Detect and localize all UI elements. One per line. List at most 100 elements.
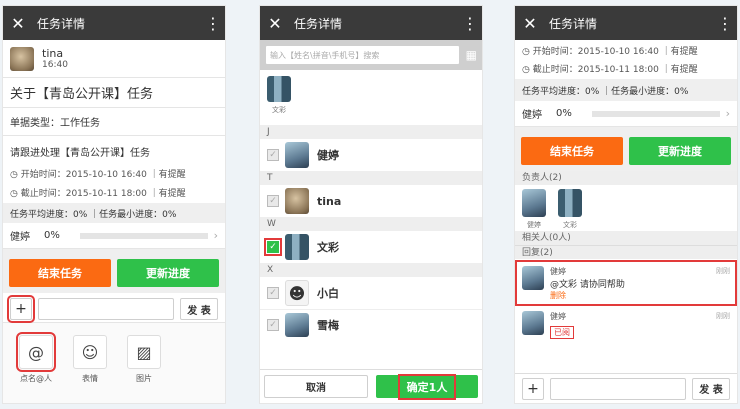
avatar — [522, 311, 544, 335]
request-block: 请跟进处理【青岛公开课】任务 ◷ 开始时间：2015-10-10 16:40 ｜… — [3, 136, 225, 203]
member-name: 健婷 — [522, 110, 542, 121]
member-progress-row[interactable]: 健婷 0% › — [515, 101, 737, 127]
owner-name: 文彩 — [563, 221, 577, 229]
selected-name: 文彩 — [272, 106, 286, 114]
update-progress-button[interactable]: 更新进度 — [629, 137, 731, 165]
close-icon[interactable]: ✕ — [521, 14, 539, 33]
reply-author: 健婷 — [550, 267, 566, 276]
person-icon: ☻ — [285, 280, 309, 306]
compose-bar: + 发 表 — [515, 373, 737, 403]
clock-icon: ◷ — [10, 189, 21, 199]
end-time: 截止时间：2015-10-11 18:00 ｜有提醒 — [20, 189, 186, 199]
comment-input[interactable] — [550, 377, 686, 400]
progress-summary: 任务平均进度：0% ｜任务最小进度：0% — [3, 203, 225, 223]
time-block: ◷ 开始时间：2015-10-10 16:40 ｜有提醒 ◷ 截止时间：2015… — [515, 40, 737, 79]
compose-bar: + 发 表 — [3, 293, 225, 323]
mention-tool[interactable]: @ 点名@人 — [16, 332, 56, 401]
member-progress-row[interactable]: 健婷 0% › — [3, 223, 225, 249]
tool-label: 表情 — [82, 374, 98, 383]
top-bar: ✕ 任务详情 ⋮ — [260, 6, 482, 40]
end-time: 截止时间：2015-10-11 18:00 ｜有提醒 — [532, 65, 698, 75]
action-buttons: 结束任务 更新进度 — [3, 259, 225, 293]
chevron-right-icon: › — [725, 107, 730, 120]
avatar — [285, 234, 309, 260]
clock-icon: ◷ — [522, 65, 533, 75]
send-button[interactable]: 发 表 — [180, 298, 218, 320]
owner-item[interactable]: 健婷 — [522, 189, 546, 229]
contact-name: 文彩 — [317, 241, 339, 254]
page-title: 任务详情 — [549, 16, 598, 31]
progress-bar — [80, 232, 208, 239]
progress-summary: 任务平均进度：0% ｜任务最小进度：0% — [515, 79, 737, 101]
clock-icon: ◷ — [10, 170, 21, 180]
owner-item[interactable]: 文彩 — [558, 189, 582, 229]
reply-header: 回复(2) — [515, 245, 737, 259]
letter-header: X — [260, 263, 482, 277]
end-task-button[interactable]: 结束任务 — [9, 259, 111, 287]
doc-type: 单据类型：工作任务 — [3, 108, 225, 136]
avatar — [522, 266, 544, 290]
contact-row[interactable]: ✓ ☻ 小白 — [260, 277, 482, 309]
author-row: tina 16:40 — [3, 40, 225, 78]
close-icon[interactable]: ✕ — [266, 14, 284, 33]
reply-text: @文彩 请协同帮助 — [550, 280, 625, 290]
read-stamp: 已阅 — [550, 326, 574, 339]
checkbox[interactable]: ✓ — [267, 195, 279, 207]
owner-list: 健婷 文彩 — [515, 185, 737, 231]
more-icon[interactable]: ⋮ — [462, 14, 478, 33]
checkbox[interactable]: ✓ — [267, 318, 279, 331]
end-task-button[interactable]: 结束任务 — [521, 137, 623, 165]
checkbox[interactable]: ✓ — [267, 287, 279, 299]
chevron-right-icon: › — [213, 229, 218, 242]
screen-task-detail: ✕ 任务详情 ⋮ tina 16:40 关于【青岛公开课】任务 单据类型：工作任… — [2, 5, 226, 404]
top-bar: ✕ 任务详情 ⋮ — [515, 6, 737, 40]
more-icon[interactable]: ⋮ — [205, 14, 221, 33]
start-time: 开始时间：2015-10-10 16:40 ｜有提醒 — [20, 170, 186, 180]
contact-row[interactable]: ✓ 健婷 — [260, 139, 482, 171]
owner-header: 负责人(2) — [515, 171, 737, 185]
letter-header: T — [260, 171, 482, 185]
screen-task-detail-replies: ✕ 任务详情 ⋮ ◷ 开始时间：2015-10-10 16:40 ｜有提醒 ◷ … — [514, 5, 738, 404]
checkbox[interactable]: ✓ — [267, 149, 279, 161]
footer-bar: 取消 确定1人 — [260, 369, 482, 403]
contact-row[interactable]: ✓ 文彩 — [260, 231, 482, 263]
page-title: 任务详情 — [37, 16, 86, 31]
screen-select-people: ✕ 任务详情 ⋮ 输入【姓名\拼音\手机号】搜索 ▦ 文彩 J ✓ 健婷 T ✓… — [259, 5, 483, 404]
contact-row[interactable]: ✓ tina — [260, 185, 482, 217]
tool-label: 图片 — [136, 374, 152, 383]
add-icon[interactable]: + — [522, 377, 544, 400]
comment-input[interactable] — [38, 298, 174, 320]
post-time: 16:40 — [42, 60, 68, 70]
action-buttons: 结束任务 更新进度 — [515, 127, 737, 171]
grid-icon[interactable]: ▦ — [466, 48, 477, 62]
at-icon: @ — [16, 332, 56, 372]
cancel-button[interactable]: 取消 — [264, 375, 368, 398]
reply-item: 健婷 刚刚 已阅 — [515, 307, 737, 345]
contact-row[interactable]: ✓ 雪梅 — [260, 309, 482, 339]
delete-link[interactable]: 删除 — [550, 290, 730, 301]
image-icon: ▨ — [127, 335, 161, 369]
emoji-tool[interactable]: ☺ 表情 — [73, 335, 107, 401]
checkbox-checked[interactable]: ✓ — [264, 238, 282, 256]
member-percent: 0% — [44, 230, 60, 241]
reply-item: 健婷 刚刚 @文彩 请协同帮助 删除 — [515, 260, 737, 306]
more-icon[interactable]: ⋮ — [717, 14, 733, 33]
contact-name: 小白 — [317, 287, 339, 300]
task-heading: 关于【青岛公开课】任务 — [3, 78, 225, 108]
reply-author: 健婷 — [550, 312, 566, 321]
image-tool[interactable]: ▨ 图片 — [127, 335, 161, 401]
avatar — [285, 188, 309, 214]
update-progress-button[interactable]: 更新进度 — [117, 259, 219, 287]
search-input[interactable]: 输入【姓名\拼音\手机号】搜索 — [265, 45, 460, 65]
avatar — [522, 189, 546, 217]
related-header: 相关人(0人) — [515, 231, 737, 245]
avatar[interactable] — [267, 76, 291, 102]
reply-time: 刚刚 — [716, 312, 730, 320]
reply-time: 刚刚 — [716, 267, 730, 275]
confirm-button[interactable]: 确定1人 — [376, 373, 478, 400]
smile-icon: ☺ — [73, 335, 107, 369]
contact-name: 健婷 — [317, 149, 339, 162]
send-button[interactable]: 发 表 — [692, 377, 730, 400]
close-icon[interactable]: ✕ — [9, 14, 27, 33]
add-icon[interactable]: + — [7, 295, 35, 323]
